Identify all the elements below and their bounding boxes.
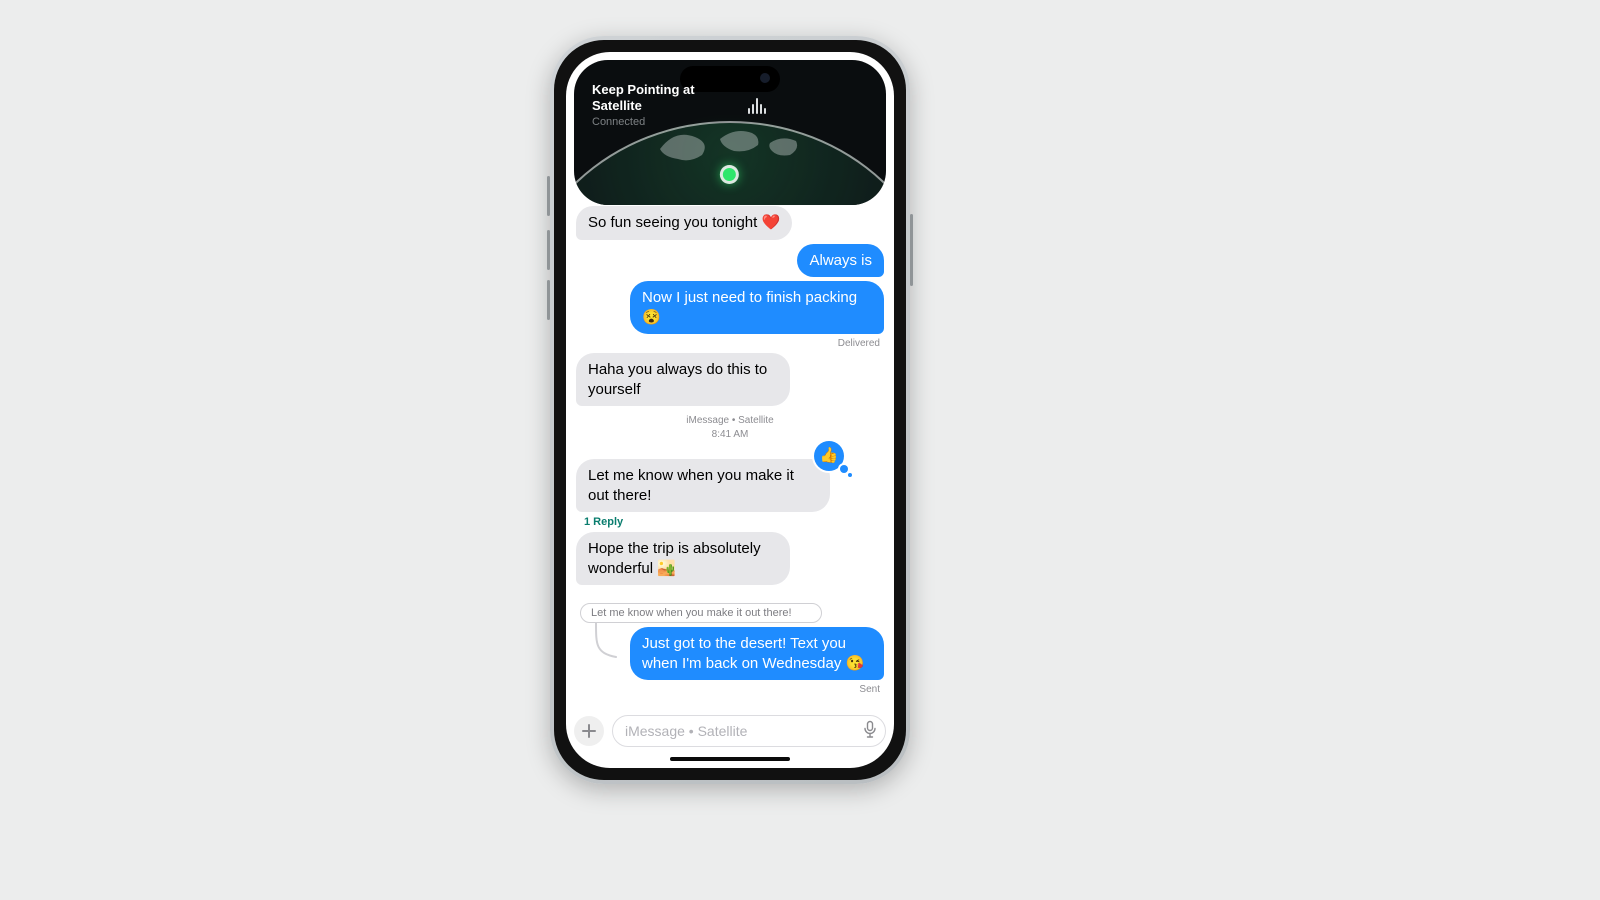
compose-bar: iMessage • Satellite (574, 714, 886, 748)
divider-time: 8:41 AM (576, 428, 884, 442)
message-bubble: Now I just need to finish packing 😵 (630, 281, 884, 334)
plus-icon (582, 724, 596, 738)
message-out[interactable]: Always is (576, 244, 884, 278)
message-bubble: Just got to the desert! Text you when I'… (630, 627, 884, 680)
message-in[interactable]: So fun seeing you tonight ❤️ (576, 206, 884, 240)
earth-landmass-icon (640, 109, 820, 169)
add-attachment-button[interactable] (574, 716, 604, 746)
message-input-placeholder: iMessage • Satellite (625, 723, 747, 739)
microphone-icon (863, 721, 877, 739)
divider-label: iMessage • Satellite (576, 414, 884, 428)
delivery-status: Delivered (576, 338, 880, 349)
satellite-signal-icon (748, 98, 766, 114)
message-in[interactable]: Let me know when you make it out there! … (576, 459, 884, 512)
timestamp-divider: iMessage • Satellite 8:41 AM (576, 414, 884, 441)
message-bubble: Haha you always do this to yourself (576, 353, 790, 406)
phone-bezel: Keep Pointing at Satellite Connected So … (554, 40, 906, 780)
phone-frame: Keep Pointing at Satellite Connected So … (550, 36, 910, 784)
message-out[interactable]: Now I just need to finish packing 😵 (576, 281, 884, 334)
message-in[interactable]: Haha you always do this to yourself (576, 353, 884, 406)
satellite-banner[interactable]: Keep Pointing at Satellite Connected (574, 60, 886, 205)
message-bubble: Let me know when you make it out there! … (576, 459, 830, 512)
earth-arc (574, 121, 886, 205)
message-out[interactable]: Just got to the desert! Text you when I'… (576, 627, 884, 680)
message-thread[interactable]: So fun seeing you tonight ❤️ Always is N… (566, 198, 894, 718)
message-text: Let me know when you make it out there! (588, 467, 794, 504)
message-bubble: Hope the trip is absolutely wonderful 🏜️ (576, 532, 790, 585)
dictate-button[interactable] (863, 721, 877, 742)
satellite-title: Keep Pointing at Satellite (592, 82, 712, 115)
message-bubble: Always is (797, 244, 884, 278)
tapback-thumbsup[interactable]: 👍 (814, 441, 844, 471)
satellite-position-dot (723, 168, 736, 181)
screen: Keep Pointing at Satellite Connected So … (566, 52, 894, 768)
delivery-status: Sent (576, 684, 880, 695)
reply-quote[interactable]: Let me know when you make it out there! (580, 603, 822, 623)
message-in[interactable]: Hope the trip is absolutely wonderful 🏜️ (576, 532, 884, 585)
reply-count-link[interactable]: 1 Reply (584, 516, 884, 528)
satellite-status: Connected (592, 116, 645, 128)
message-input[interactable]: iMessage • Satellite (612, 715, 886, 747)
message-bubble: So fun seeing you tonight ❤️ (576, 206, 792, 240)
home-indicator[interactable] (670, 757, 790, 761)
